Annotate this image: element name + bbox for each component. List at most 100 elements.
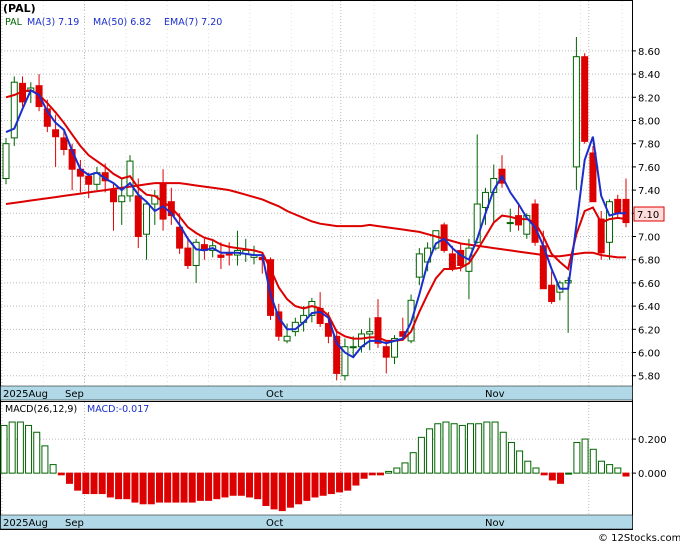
y-tick-label: 8.20 (638, 93, 660, 104)
candle-body (605, 201, 613, 243)
macd-bar (622, 472, 630, 477)
macd-bar (344, 472, 352, 491)
macd-bar (172, 472, 180, 503)
candle-body (85, 175, 93, 185)
macd-bar (401, 462, 409, 474)
candle-body (415, 253, 423, 278)
macd-bar (25, 424, 33, 474)
macd-bar (156, 472, 163, 503)
candle-body (506, 222, 514, 225)
date-label-sep: Sep (65, 389, 84, 400)
date-label-nov-2: Nov (485, 518, 505, 529)
y-tick-label: 7.00 (638, 233, 660, 244)
macd-bar (123, 472, 131, 500)
y-tick-label: 6.40 (638, 302, 660, 313)
date-label-nov: Nov (485, 389, 505, 400)
macd-bar (286, 472, 294, 508)
date-label-aug-2: 2025Aug (3, 518, 48, 529)
macd-y-tick-label: 0.200 (638, 435, 667, 446)
macd-bar (180, 472, 188, 503)
macd-bar (131, 472, 139, 503)
macd-bar (417, 436, 425, 474)
macd-bar (565, 472, 573, 475)
candle-body (118, 195, 126, 203)
macd-bar (41, 445, 49, 474)
macd-bar (221, 472, 229, 498)
macd-axis: 0.200 0.000 (632, 435, 667, 480)
macd-bar (213, 472, 221, 500)
macd-bar (0, 424, 8, 474)
macd-bar (295, 472, 303, 505)
macd-bar (16, 421, 24, 474)
macd-bar (98, 472, 106, 495)
candle-body (2, 143, 10, 179)
macd-legend-value: MACD:-0.017 (87, 404, 149, 415)
candle-body (572, 56, 580, 168)
candle-body (597, 218, 605, 254)
macd-bar (507, 441, 515, 474)
candle-body (581, 56, 589, 142)
candle (10, 76, 18, 147)
macd-bar (532, 467, 540, 474)
stock-chart: 8.608.408.208.007.807.607.407.207.006.80… (0, 0, 680, 544)
candle-body (548, 284, 556, 302)
legend-ma50: MA(50) 6.82 (93, 17, 151, 28)
price-panel (0, 0, 633, 402)
macd-bar (278, 472, 286, 512)
candle (2, 137, 10, 185)
macd-bar (499, 431, 507, 474)
macd-bar (581, 438, 589, 474)
y-tick-label: 7.80 (638, 140, 660, 151)
macd-bar (573, 441, 581, 474)
macd-bar (303, 472, 311, 501)
macd-bar (483, 421, 491, 474)
candle-body (134, 195, 142, 238)
macd-bar (74, 472, 82, 491)
macd-bar (237, 472, 245, 496)
candle-body (109, 189, 117, 203)
candle-body (349, 346, 357, 349)
y-tick-label: 8.40 (638, 70, 660, 81)
candle-body (374, 317, 382, 344)
candle-body (614, 198, 622, 214)
watermark: © 12Stocks.com (598, 533, 680, 544)
macd-bar (409, 452, 417, 474)
macd-bar (475, 423, 483, 474)
macd-bar (458, 424, 466, 474)
macd-bar (442, 421, 450, 474)
macd-bar (319, 472, 327, 496)
macd-bar (229, 472, 237, 496)
candle-body (52, 129, 60, 138)
macd-bar (49, 464, 57, 474)
macd-bar (106, 472, 114, 498)
candle-body (283, 335, 291, 342)
candle-body (366, 331, 374, 335)
macd-bar (196, 472, 204, 501)
date-label-oct-2: Oct (266, 518, 283, 529)
candle-body (515, 215, 523, 226)
date-strip-bottom (0, 514, 633, 530)
candle (572, 36, 580, 191)
y-tick-label: 6.60 (638, 279, 660, 290)
macd-bar (33, 431, 41, 474)
chart-title: (PAL) (3, 2, 36, 15)
candle-body (60, 137, 68, 150)
candle-body (448, 253, 456, 270)
macd-bar (90, 472, 98, 495)
macd-bar (548, 472, 556, 481)
macd-bar (368, 472, 376, 476)
macd-bar (516, 450, 524, 474)
macd-bar (270, 472, 278, 510)
macd-bar (467, 423, 474, 474)
macd-bar (426, 428, 434, 474)
y-tick-label: 6.00 (638, 349, 660, 360)
date-strip-top (0, 385, 633, 401)
y-tick-label: 7.60 (638, 163, 660, 174)
candle-body (382, 346, 390, 358)
macd-bar (188, 472, 196, 503)
macd-bar (491, 421, 499, 474)
candle-body (143, 203, 151, 235)
price-tag: 7.10 (637, 210, 659, 221)
macd-bar (164, 472, 172, 503)
y-tick-label: 8.00 (638, 116, 660, 127)
